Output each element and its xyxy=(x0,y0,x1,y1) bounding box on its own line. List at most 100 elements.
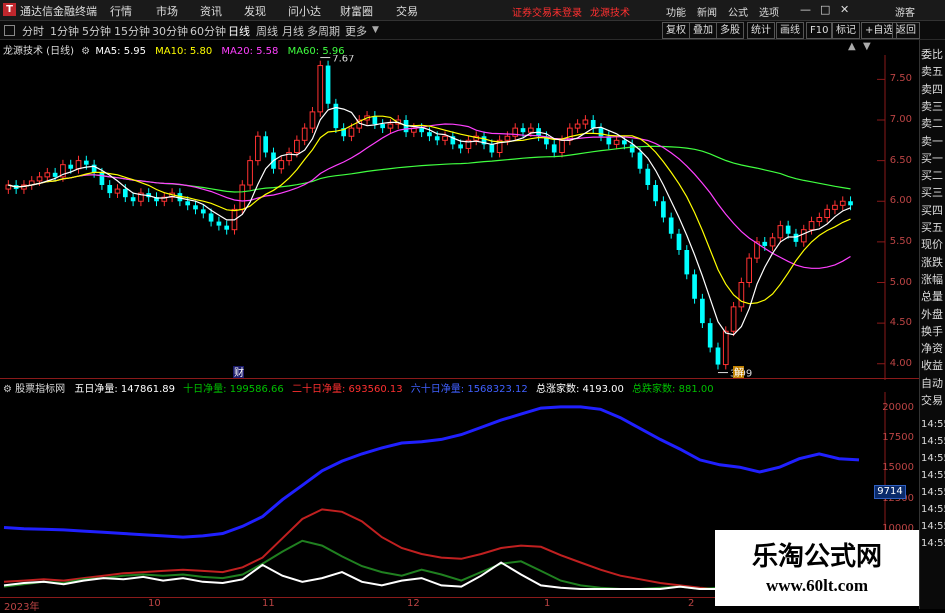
trade-time: 14:55 xyxy=(921,453,945,464)
tool-diejia[interactable]: 叠加 xyxy=(689,22,717,39)
period-5min[interactable]: 5分钟 xyxy=(82,23,111,39)
period-15min[interactable]: 15分钟 xyxy=(114,23,150,39)
quote-label: 买一 xyxy=(921,151,943,165)
period-daily[interactable]: 日线 xyxy=(228,23,250,39)
tool-biaoji[interactable]: 标记 xyxy=(832,22,860,39)
tool-tongji[interactable]: 统计 xyxy=(747,22,775,39)
quote-panel: 委比 卖五 卖四 卖三 卖二 卖一 买一 买二 买三 买四 买五 现价 涨跌 涨幅 总量 外盘 换手 净资 收益 自动… xyxy=(919,40,945,609)
menu-gongshi[interactable]: 公式 xyxy=(728,4,748,19)
brand-label: 龙源技术 xyxy=(590,8,630,19)
price-chart[interactable]: 7.673.99财解 xyxy=(0,55,919,380)
period-weekly[interactable]: 周线 xyxy=(256,23,278,39)
candle xyxy=(185,201,191,206)
price-tick: 6.00 xyxy=(889,195,912,207)
candle xyxy=(419,128,424,133)
candle xyxy=(247,160,253,186)
chart-down-icon[interactable]: ▼ xyxy=(863,41,871,52)
candle xyxy=(68,164,74,169)
quote-label: 交易 xyxy=(921,394,943,407)
candle xyxy=(208,213,214,222)
watermark-url: www.60lt.com xyxy=(766,576,868,595)
chart-up-icon[interactable]: ▲ xyxy=(848,41,856,52)
menu-shichang[interactable]: 市场 xyxy=(156,3,178,19)
trade-time: 14:55 xyxy=(921,538,945,549)
login-warning[interactable]: 证券交易未登录 xyxy=(512,4,582,19)
ma60-line xyxy=(8,145,851,193)
candle xyxy=(83,160,89,165)
price-tick: 7.50 xyxy=(889,73,912,85)
candle xyxy=(613,139,620,145)
close-icon[interactable]: ✕ xyxy=(840,3,849,16)
menu-zixun[interactable]: 资讯 xyxy=(200,3,222,19)
tool-fanhui[interactable]: 返回 xyxy=(892,22,920,39)
trade-time: 14:55 xyxy=(921,419,945,430)
candle xyxy=(387,123,394,129)
candle xyxy=(239,184,246,210)
menu-faxian[interactable]: 发现 xyxy=(244,3,266,19)
tool-f10[interactable]: F10 xyxy=(806,22,833,39)
quote-label: 现价 xyxy=(921,238,943,252)
candle xyxy=(730,306,737,332)
candle xyxy=(762,241,768,246)
menu-gongneng[interactable]: 功能 xyxy=(666,4,686,19)
candle xyxy=(832,204,838,210)
period-multi[interactable]: 多周期 xyxy=(307,23,340,39)
chevron-down-icon[interactable]: ▼ xyxy=(372,25,379,35)
quote-label: 自动 xyxy=(921,376,943,390)
menu-hangqing[interactable]: 行情 xyxy=(110,3,132,19)
menu-jiaoyi[interactable]: 交易 xyxy=(396,3,418,19)
candle xyxy=(325,65,331,104)
candle xyxy=(489,144,495,153)
x-tick: 1 xyxy=(544,598,551,609)
chart-divider xyxy=(0,378,919,379)
candle xyxy=(590,120,596,129)
candle xyxy=(785,225,791,234)
candle xyxy=(309,111,316,129)
candle xyxy=(551,144,557,153)
period-60min[interactable]: 60分钟 xyxy=(190,23,226,39)
period-monthly[interactable]: 月线 xyxy=(282,23,304,39)
candle xyxy=(434,136,440,141)
period-more[interactable]: 更多 xyxy=(345,23,367,39)
user-guest[interactable]: 游客 xyxy=(895,4,915,19)
candle xyxy=(684,250,690,275)
candle xyxy=(824,208,830,218)
watermark-title: 乐淘公式网 xyxy=(751,542,882,572)
tool-fuquan[interactable]: 复权 xyxy=(662,22,690,39)
price-tick: 5.00 xyxy=(889,276,912,288)
tool-duogu[interactable]: 多股 xyxy=(716,22,744,39)
candle xyxy=(504,135,511,141)
quote-label: 卖二 xyxy=(921,117,943,131)
menu-caifuquan[interactable]: 财富圈 xyxy=(340,3,373,19)
maximize-icon[interactable]: □ xyxy=(820,3,830,16)
collapse-icon[interactable] xyxy=(4,25,15,36)
candle xyxy=(722,330,729,366)
tool-huaxian[interactable]: 画线 xyxy=(776,22,804,39)
candle xyxy=(75,160,82,170)
period-1min[interactable]: 1分钟 xyxy=(50,23,79,39)
quote-label: 卖四 xyxy=(921,82,943,96)
quote-label: 买三 xyxy=(921,186,943,200)
candle xyxy=(668,217,674,234)
candle xyxy=(294,139,300,153)
ma20-line xyxy=(8,123,851,269)
menu-xuanxiang[interactable]: 选项 xyxy=(759,4,779,19)
period-30min[interactable]: 30分钟 xyxy=(152,23,188,39)
price-tick: 6.50 xyxy=(889,154,912,166)
candle xyxy=(582,119,589,125)
quote-label: 换手 xyxy=(921,324,943,338)
quote-label: 卖一 xyxy=(921,134,943,148)
candle xyxy=(130,197,136,202)
minimize-icon[interactable]: — xyxy=(800,3,811,16)
quote-label: 涨跌 xyxy=(921,255,943,269)
menu-wenxiaoda[interactable]: 问小达 xyxy=(288,3,321,19)
candle xyxy=(661,201,666,218)
trade-time: 14:55 xyxy=(921,504,945,515)
x-tick: 2 xyxy=(688,598,695,609)
quote-label: 净资 xyxy=(921,342,943,356)
quote-label: 买四 xyxy=(921,203,943,217)
candle xyxy=(692,274,697,299)
quote-label: 卖三 xyxy=(921,99,943,113)
period-fenshi[interactable]: 分时 xyxy=(22,23,44,39)
menu-xinwen[interactable]: 新闻 xyxy=(697,4,717,19)
